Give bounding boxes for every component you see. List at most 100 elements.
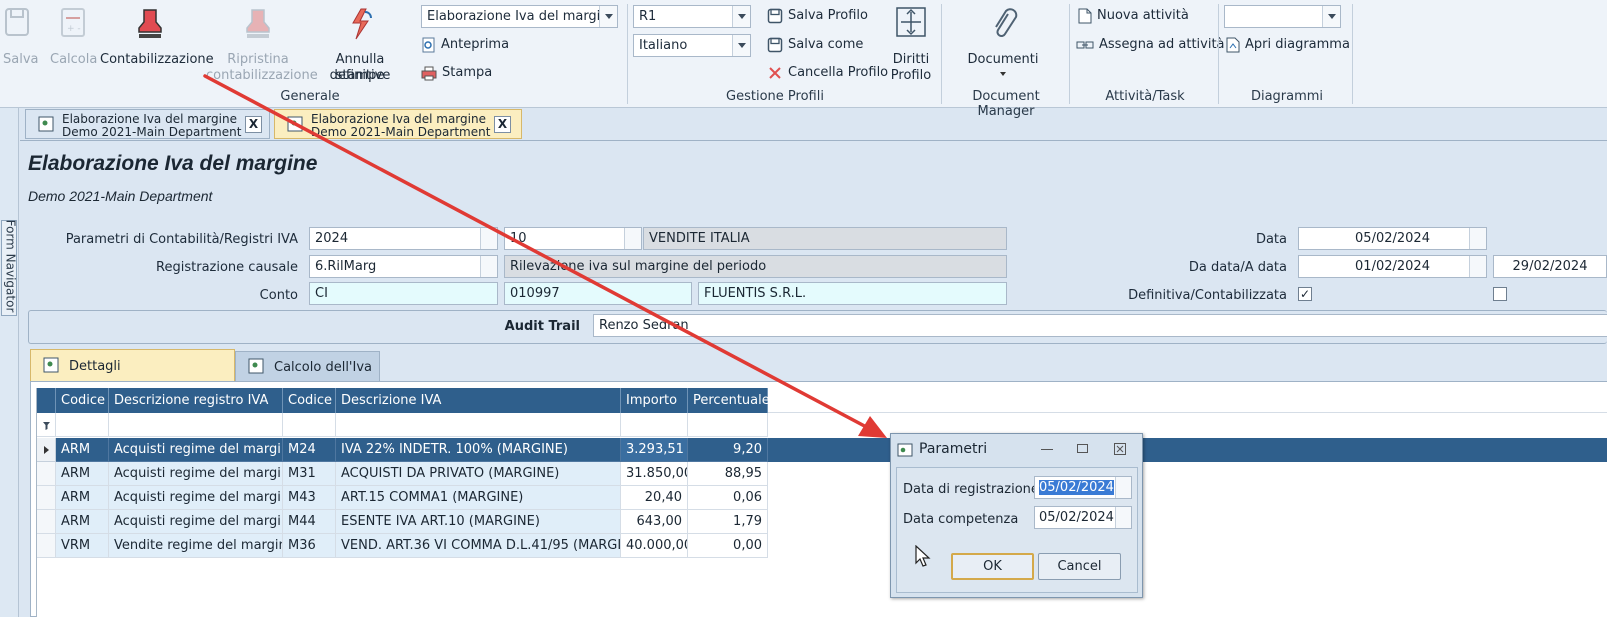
document-tab-1[interactable]: Elaborazione Iva del margine Demo 2021-M…: [25, 109, 270, 139]
cell-iva-code[interactable]: M36: [283, 534, 336, 558]
ok-button[interactable]: OK: [951, 553, 1034, 580]
second-checkbox[interactable]: [1493, 287, 1507, 301]
cell-percentage[interactable]: 0,00: [688, 534, 768, 558]
table-row[interactable]: ARM Acquisti regime del margine M44 ESEN…: [37, 510, 1607, 534]
cell-amount[interactable]: 20,40: [621, 486, 688, 510]
account-name-field[interactable]: FLUENTIS S.R.L.: [698, 282, 1007, 305]
cell-code[interactable]: ARM: [56, 462, 109, 486]
table-row[interactable]: ARM Acquisti regime del margine M43 ART.…: [37, 486, 1607, 510]
row-selector[interactable]: [37, 486, 56, 510]
save-as-button[interactable]: Salva come: [767, 36, 863, 54]
cell-amount[interactable]: 3.293,51: [621, 438, 688, 462]
col-header-register-desc[interactable]: Descrizione registro IVA: [109, 388, 283, 413]
dropdown-arrow-icon: [1000, 72, 1006, 76]
accounting-button[interactable]: Contabilizzazione: [98, 6, 214, 67]
cell-register-desc[interactable]: Vendite regime del margine: [109, 534, 283, 558]
col-header-amount[interactable]: Importo: [621, 388, 688, 413]
cell-percentage[interactable]: 1,79: [688, 510, 768, 534]
col-header-code[interactable]: Codice: [56, 388, 109, 413]
cell-iva-desc[interactable]: ACQUISTI DA PRIVATO (MARGINE): [336, 462, 621, 486]
cell-percentage[interactable]: 0,06: [688, 486, 768, 510]
group-label-document-manager: Document Manager: [972, 89, 1040, 119]
documents-button[interactable]: Documenti: [960, 6, 1046, 76]
save-profile-button[interactable]: Salva Profilo: [767, 7, 868, 25]
filter-cell[interactable]: [109, 413, 283, 437]
filter-cell[interactable]: [56, 413, 109, 437]
cell-iva-code[interactable]: M44: [283, 510, 336, 534]
close-tab-1-button[interactable]: X: [245, 116, 262, 133]
new-activity-button[interactable]: Nuova attività: [1078, 7, 1189, 25]
cell-iva-code[interactable]: M43: [283, 486, 336, 510]
save-button[interactable]: Salva: [0, 6, 39, 67]
filter-cell[interactable]: [283, 413, 336, 437]
col-header-iva-code[interactable]: Codice: [283, 388, 336, 413]
cell-code[interactable]: ARM: [56, 486, 109, 510]
cell-amount[interactable]: 40.000,00: [621, 534, 688, 558]
tab-iva-calculation[interactable]: Calcolo dell'Iva: [235, 351, 380, 382]
row-selector[interactable]: [37, 510, 56, 534]
cell-amount[interactable]: 31.850,00: [621, 462, 688, 486]
cell-amount[interactable]: 643,00: [621, 510, 688, 534]
language-select[interactable]: Italiano: [633, 34, 751, 57]
cell-code[interactable]: ARM: [56, 510, 109, 534]
open-diagram-button[interactable]: Apri diagramma: [1226, 36, 1350, 54]
print-button[interactable]: Stampa: [421, 64, 492, 82]
minimize-icon[interactable]: [1041, 449, 1053, 450]
save-icon: [5, 8, 29, 36]
cell-iva-desc[interactable]: IVA 22% INDETR. 100% (MARGINE): [336, 438, 621, 462]
col-header-percentage[interactable]: Percentuale: [688, 388, 770, 413]
close-icon[interactable]: [1114, 443, 1126, 455]
table-row[interactable]: ARM Acquisti regime del margine M31 ACQU…: [37, 462, 1607, 486]
date-to-field[interactable]: 29/02/2024: [1493, 255, 1607, 278]
row-selector[interactable]: [37, 534, 56, 558]
document-tab-2-active[interactable]: Elaborazione Iva del margine Demo 2021-M…: [274, 109, 522, 139]
cell-code[interactable]: ARM: [56, 438, 109, 462]
cancel-button[interactable]: Cancel: [1038, 553, 1121, 580]
cell-register-desc[interactable]: Acquisti regime del margine: [109, 438, 283, 462]
table-row-selected[interactable]: ARM Acquisti regime del margine M24 IVA …: [37, 438, 1607, 462]
close-tab-2-button[interactable]: X: [494, 116, 511, 133]
register-field[interactable]: 10: [504, 227, 642, 250]
account-code-field[interactable]: 010997: [504, 282, 692, 305]
cell-percentage[interactable]: 88,95: [688, 462, 768, 486]
causal-field[interactable]: 6.RilMarg: [309, 255, 498, 278]
delete-profile-button[interactable]: Cancella Profilo: [767, 64, 888, 82]
calculate-button[interactable]: + - Calcola: [48, 6, 98, 67]
profile-rights-button[interactable]: Diritti Profilo: [888, 6, 934, 83]
cell-iva-code[interactable]: M24: [283, 438, 336, 462]
tab-details[interactable]: Dettagli dell'elaborazione: [30, 349, 235, 407]
cell-register-desc[interactable]: Acquisti regime del margine: [109, 510, 283, 534]
assign-activity-button[interactable]: Assegna ad attività: [1076, 36, 1225, 54]
registration-date-input[interactable]: 05/02/2024: [1034, 476, 1132, 499]
cell-iva-code[interactable]: M31: [283, 462, 336, 486]
row-selector[interactable]: [37, 462, 56, 486]
profile-select[interactable]: R1: [633, 5, 751, 28]
competence-date-input[interactable]: 05/02/2024: [1034, 506, 1132, 529]
year-field[interactable]: 2024: [309, 227, 498, 250]
cell-percentage[interactable]: 9,20: [688, 438, 768, 462]
cell-iva-desc[interactable]: ESENTE IVA ART.10 (MARGINE): [336, 510, 621, 534]
form-navigator-tab[interactable]: Form Navigator: [1, 220, 17, 316]
filter-row[interactable]: [37, 413, 1607, 437]
cell-iva-desc[interactable]: VEND. ART.36 VI COMMA D.L.41/95 (MARGINE…: [336, 534, 621, 558]
cell-register-desc[interactable]: Acquisti regime del margine: [109, 462, 283, 486]
report-select[interactable]: Elaborazione Iva del margine: [421, 5, 618, 28]
filter-cell[interactable]: [621, 413, 688, 437]
filter-icon[interactable]: [37, 413, 56, 437]
date-field[interactable]: 05/02/2024: [1298, 227, 1487, 250]
filter-cell[interactable]: [688, 413, 768, 437]
filter-cell[interactable]: [336, 413, 621, 437]
account-type-field[interactable]: CI: [309, 282, 498, 305]
cancel-final-prints-button[interactable]: Annulla stampe definitive: [310, 6, 410, 83]
col-header-iva-desc[interactable]: Descrizione IVA: [336, 388, 621, 413]
final-checkbox[interactable]: ✓: [1298, 287, 1312, 301]
date-from-field[interactable]: 01/02/2024: [1298, 255, 1487, 278]
cell-code[interactable]: VRM: [56, 534, 109, 558]
preview-button[interactable]: Anteprima: [421, 36, 509, 54]
maximize-icon[interactable]: [1077, 444, 1088, 453]
cell-register-desc[interactable]: Acquisti regime del margine: [109, 486, 283, 510]
diagram-select[interactable]: [1224, 5, 1341, 28]
cell-iva-desc[interactable]: ART.15 COMMA1 (MARGINE): [336, 486, 621, 510]
table-row[interactable]: VRM Vendite regime del margine M36 VEND.…: [37, 534, 1607, 558]
restore-accounting-button[interactable]: Ripristina contabilizzazione: [206, 6, 318, 83]
